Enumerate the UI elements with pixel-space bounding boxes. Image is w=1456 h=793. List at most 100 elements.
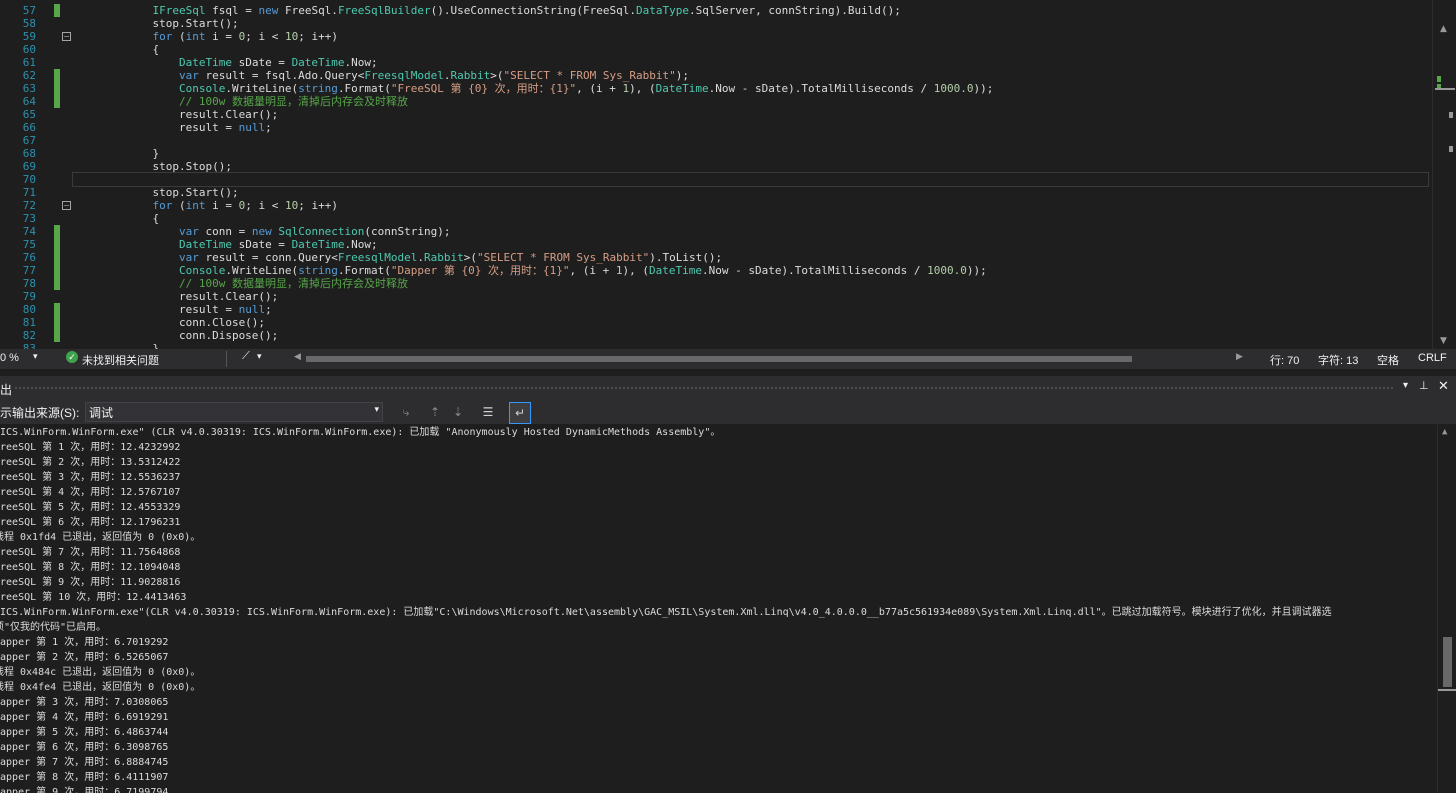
- output-text-area[interactable]: "ICS.WinForm.WinForm.exe" (CLR v4.0.3031…: [0, 425, 1434, 793]
- code-line[interactable]: result = null;: [73, 121, 1428, 134]
- output-line: FreeSQL 第 5 次，用时：12.4553329: [0, 502, 181, 513]
- line-number: 75: [22, 238, 36, 251]
- change-bar: [54, 69, 60, 82]
- brush-icon[interactable]: ⟋: [242, 350, 250, 363]
- code-line[interactable]: }: [73, 342, 1428, 349]
- code-line[interactable]: [72, 172, 1429, 187]
- fold-slot: [61, 95, 73, 108]
- change-bar: [54, 290, 60, 303]
- collapse-icon[interactable]: −: [62, 201, 71, 210]
- output-line: FreeSQL 第 9 次，用时：11.9028816: [0, 577, 181, 588]
- fold-slot: [61, 238, 73, 251]
- code-line[interactable]: {: [73, 43, 1428, 56]
- brush-dropdown-icon[interactable]: ▾: [257, 351, 262, 362]
- scrollbar-caret-marker: [1435, 88, 1455, 90]
- drag-grip[interactable]: [14, 386, 1394, 390]
- output-source-select[interactable]: 调试 ▾: [85, 402, 383, 422]
- zoom-dropdown-icon[interactable]: ▾: [33, 351, 38, 362]
- editor-status-bar: 0 % ▾ ✓ 未找到相关问题 ⟋ ▾ ◀ ▶ 行: 70 字符: 13 空格 …: [0, 349, 1456, 369]
- output-scroll-thumb[interactable]: [1443, 637, 1452, 687]
- code-line[interactable]: // 100w 数据量明显，清掉后内存会及时释放: [73, 95, 1428, 108]
- cursor-line[interactable]: 行: 70: [1270, 352, 1299, 368]
- goto-source-icon[interactable]: ⤷: [398, 404, 414, 420]
- code-line[interactable]: var result = fsql.Ado.Query<FreesqlModel…: [73, 69, 1428, 82]
- collapse-icon[interactable]: −: [62, 32, 71, 41]
- code-line[interactable]: result.Clear();: [73, 290, 1428, 303]
- change-bar: [54, 43, 60, 56]
- code-line[interactable]: var result = conn.Query<FreesqlModel.Rab…: [73, 251, 1428, 264]
- next-message-icon[interactable]: ⇣: [450, 404, 466, 420]
- fold-slot: [61, 69, 73, 82]
- code-line[interactable]: result = null;: [73, 303, 1428, 316]
- code-line[interactable]: conn.Close();: [73, 316, 1428, 329]
- previous-message-icon[interactable]: ⇡: [427, 404, 443, 420]
- code-line[interactable]: Console.WriteLine(string.Format("Dapper …: [73, 264, 1428, 277]
- code-line[interactable]: stop.Start();: [73, 186, 1428, 199]
- code-line[interactable]: {: [73, 212, 1428, 225]
- code-editor[interactable]: 57 58 59 60 61 62 63 64 65 66 67 68 69 70 71 72 73 74 75 76…: [0, 0, 1456, 349]
- horizontal-scroll-thumb[interactable]: [306, 356, 1132, 362]
- line-ending[interactable]: CRLF: [1418, 352, 1447, 364]
- code-line[interactable]: stop.Stop();: [73, 160, 1428, 173]
- code-line[interactable]: var conn = new SqlConnection(connString)…: [73, 225, 1428, 238]
- change-bar: [54, 82, 60, 95]
- issues-status[interactable]: 未找到相关问题: [82, 352, 159, 368]
- code-line[interactable]: }: [73, 147, 1428, 160]
- indent-mode[interactable]: 空格: [1377, 352, 1399, 368]
- output-line: Dapper 第 8 次，用时：6.4111907: [0, 772, 169, 783]
- outlining-margin[interactable]: − −: [61, 4, 73, 349]
- change-bar: [54, 342, 60, 349]
- code-line[interactable]: for (int i = 0; i < 10; i++): [73, 30, 1428, 43]
- output-line: 线程 0x4fe4 已退出，返回值为 0 (0x0)。: [0, 682, 201, 693]
- fold-slot: [61, 17, 73, 30]
- line-number: 62: [22, 69, 36, 82]
- scroll-down-arrow-icon[interactable]: ▼: [1440, 336, 1447, 346]
- change-bar: [54, 160, 60, 173]
- code-line[interactable]: IFreeSql fsql = new FreeSql.FreeSqlBuild…: [73, 4, 1428, 17]
- code-line[interactable]: Console.WriteLine(string.Format("FreeSQL…: [73, 82, 1428, 95]
- line-number: 61: [22, 56, 36, 69]
- change-bar: [54, 108, 60, 121]
- cursor-char[interactable]: 字符: 13: [1318, 352, 1358, 368]
- pin-icon[interactable]: ⊥: [1419, 379, 1429, 392]
- line-number: 71: [22, 186, 36, 199]
- line-number: 82: [22, 329, 36, 342]
- code-line[interactable]: conn.Dispose();: [73, 329, 1428, 342]
- code-line[interactable]: DateTime sDate = DateTime.Now;: [73, 238, 1428, 251]
- panel-menu-chevron-down-icon[interactable]: ▾: [1403, 380, 1408, 391]
- scroll-up-arrow-icon[interactable]: ▲: [1442, 427, 1447, 437]
- change-bar: [54, 316, 60, 329]
- change-bar: [54, 30, 60, 43]
- close-icon[interactable]: ✕: [1438, 378, 1449, 394]
- output-line: Dapper 第 3 次，用时：7.0308065: [0, 697, 169, 708]
- line-number: 81: [22, 316, 36, 329]
- code-line[interactable]: stop.Start();: [73, 17, 1428, 30]
- output-vertical-scrollbar[interactable]: ▲: [1437, 425, 1456, 793]
- zoom-level[interactable]: 0 %: [0, 352, 19, 364]
- scrollbar-marker: [1449, 112, 1453, 118]
- editor-horizontal-scrollbar[interactable]: ◀ ▶: [292, 351, 1248, 365]
- output-source-label: 示输出来源(S):: [0, 406, 80, 420]
- change-bar: [54, 238, 60, 251]
- scroll-left-arrow-icon[interactable]: ◀: [294, 351, 301, 362]
- fold-slot: [61, 264, 73, 277]
- editor-vertical-scrollbar[interactable]: ▲ ▼: [1432, 0, 1456, 349]
- code-line[interactable]: result.Clear();: [73, 108, 1428, 121]
- code-text-area[interactable]: IFreeSql fsql = new FreeSql.FreeSqlBuild…: [72, 4, 1429, 349]
- code-line[interactable]: for (int i = 0; i < 10; i++): [73, 199, 1428, 212]
- chevron-down-icon[interactable]: ▾: [374, 404, 379, 415]
- code-line[interactable]: [73, 134, 1428, 147]
- scroll-up-arrow-icon[interactable]: ▲: [1440, 24, 1447, 34]
- scroll-right-arrow-icon[interactable]: ▶: [1236, 351, 1243, 362]
- word-wrap-toggle-icon[interactable]: ↵: [509, 402, 531, 424]
- output-panel-title-bar[interactable]: 出 ▾ ⊥ ✕: [0, 376, 1456, 400]
- code-line[interactable]: // 100w 数据量明显，清掉后内存会及时释放: [73, 277, 1428, 290]
- line-number: 64: [22, 95, 36, 108]
- line-number: 72: [22, 199, 36, 212]
- line-number-gutter: 57 58 59 60 61 62 63 64 65 66 67 68 69 70 71 72 73 74 75 76…: [0, 4, 40, 349]
- change-bar: [54, 329, 60, 342]
- clear-all-icon[interactable]: ☰: [480, 404, 496, 420]
- code-line[interactable]: DateTime sDate = DateTime.Now;: [73, 56, 1428, 69]
- fold-slot: [61, 342, 73, 349]
- line-number: 83: [22, 342, 36, 349]
